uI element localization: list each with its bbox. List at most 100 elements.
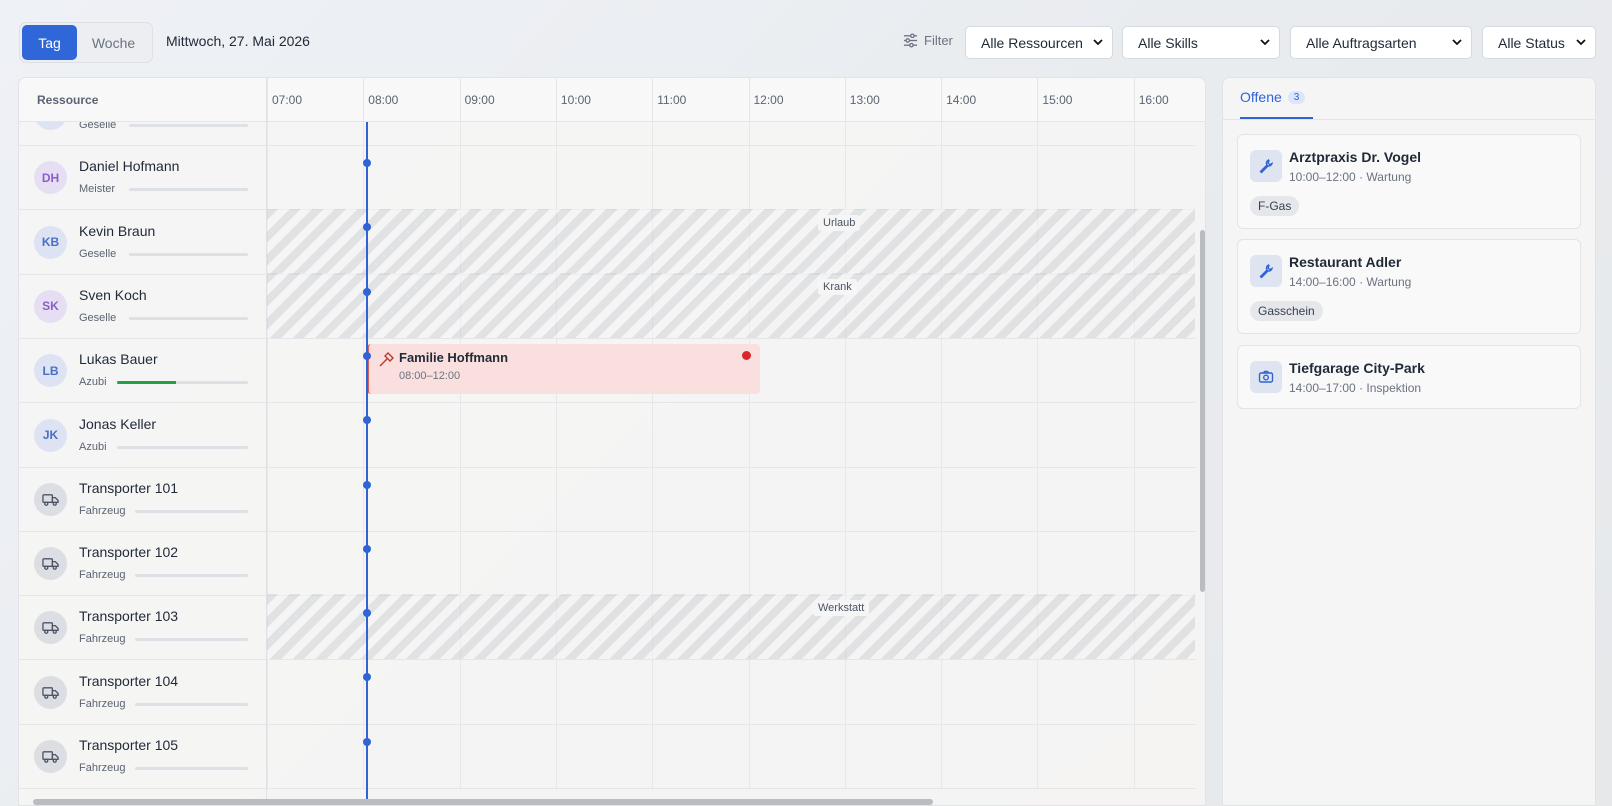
resource-role: Geselle (79, 311, 117, 324)
grid-line (1037, 530, 1039, 597)
grid-line (363, 337, 365, 404)
resource-select[interactable]: Alle Ressourcen (965, 26, 1113, 59)
order-card[interactable]: Tiefgarage City-Park 14:00–17:00 · Inspek… (1237, 345, 1581, 409)
absence-block: Krank (267, 272, 1195, 338)
grid-line (652, 723, 654, 789)
view-week-button[interactable]: Woche (77, 25, 150, 60)
grid-line (1037, 723, 1039, 789)
avatar: MF (34, 122, 67, 130)
schedule-header: Ressource 07:00 08:00 09:00 10:00 11:00 12:00… (19, 78, 1205, 122)
filter-label: Filter (903, 33, 953, 48)
truck-icon (42, 558, 59, 571)
grid-line (1133, 337, 1135, 404)
resource-select-value: Alle Ressourcen (981, 34, 1083, 51)
hour-divider (363, 78, 365, 122)
resource-row: MFMarkus FischerGeselle (19, 122, 1195, 146)
resource-row: LB Lukas Bauer Azubi Familie Hoffmann 08:00–… (19, 337, 1195, 404)
resource-role: Fahrzeug (79, 762, 126, 774)
resource-name[interactable]: Transporter 104 (79, 673, 178, 689)
job-title: Familie Hoffmann (399, 350, 509, 366)
resource-row: JK Jonas Keller Azubi (19, 401, 1195, 468)
grid-line (1037, 658, 1039, 725)
current-time-marker (363, 480, 371, 489)
resource-name[interactable]: Kevin Braun (79, 223, 155, 239)
resource-role: Fahrzeug (79, 504, 126, 517)
grid-line (1133, 144, 1135, 211)
capacity-bar (116, 381, 248, 385)
hour-divider (652, 78, 654, 122)
vertical-scrollbar[interactable] (1200, 230, 1205, 592)
card-icon-box (1250, 361, 1282, 393)
resource-role: Fahrzeug (79, 569, 126, 582)
vehicle-avatar (34, 740, 67, 773)
grid-line (459, 530, 461, 597)
filter-text: Filter (924, 33, 953, 48)
grid-line (267, 401, 268, 468)
grid-line (748, 122, 750, 146)
absence-block: Werkstatt (267, 594, 1195, 660)
hour-divider (748, 78, 750, 122)
tab-divider (1223, 119, 1595, 120)
avatar: SK (34, 289, 67, 323)
resource-row: Transporter 104 Fahrzeug (19, 658, 1195, 725)
status-select[interactable]: Alle Status (1482, 26, 1596, 59)
job-block[interactable]: Familie Hoffmann 08:00–12:00 (367, 344, 760, 395)
chevron-down-icon (1260, 39, 1270, 46)
open-orders-panel: Offene 3 Arztpraxis Dr. Vogel 10:00–12:00… (1222, 77, 1596, 806)
resource-name[interactable]: Sven Koch (79, 287, 147, 303)
grid-line (555, 144, 557, 211)
resource-name[interactable]: Daniel Hofmann (79, 158, 179, 174)
order-type-select[interactable]: Alle Auftragsarten (1290, 26, 1472, 59)
resource-name[interactable]: Lukas Bauer (79, 351, 158, 367)
order-card[interactable]: Arztpraxis Dr. Vogel 10:00–12:00 · Wartun… (1237, 134, 1581, 229)
grid-line (363, 723, 365, 789)
horizontal-scrollbar[interactable] (33, 799, 933, 805)
resource-row: Krank SK Sven Koch Geselle (19, 272, 1195, 339)
chevron-down-icon (1093, 39, 1103, 46)
resource-row: Werkstatt Transporter 103 Fahrzeug (19, 594, 1195, 661)
hour-divider (1037, 78, 1039, 122)
skill-tag: Gasschein (1250, 301, 1323, 321)
grid-line (459, 144, 461, 211)
skill-tag: F-Gas (1250, 196, 1300, 216)
resource-name[interactable]: Transporter 101 (79, 480, 178, 496)
hammer-icon (379, 352, 394, 367)
grid-line (459, 658, 461, 725)
grid-line (844, 144, 846, 211)
tab-open-label: Offene (1240, 89, 1282, 105)
skills-select[interactable]: Alle Skills (1122, 26, 1280, 59)
grid-line (844, 122, 846, 146)
avatar: KB (34, 225, 67, 259)
current-time-marker (363, 544, 371, 553)
absence-block: Urlaub (267, 208, 1195, 274)
grid-line (652, 122, 654, 146)
grid-line (267, 144, 268, 211)
grid-line (363, 530, 365, 597)
grid-line (363, 465, 365, 532)
view-day-button[interactable]: Tag (22, 25, 77, 60)
grid-line (652, 658, 654, 725)
resource-name[interactable]: Transporter 105 (79, 737, 178, 753)
resource-row: Transporter 101 Fahrzeug (19, 465, 1195, 532)
grid-line (1133, 465, 1135, 532)
order-details: 14:00–17:00 · Inspektion (1289, 381, 1422, 395)
grid-line (1133, 658, 1135, 725)
resource-name[interactable]: Transporter 102 (79, 544, 178, 560)
hour-label: 13:00 (849, 93, 880, 107)
resource-role: Meister (79, 183, 116, 196)
capacity-fill (116, 381, 176, 385)
capacity-bar (129, 316, 248, 320)
resource-role: Geselle (79, 122, 117, 131)
resource-name[interactable]: Transporter 103 (79, 608, 178, 624)
schedule-panel: Ressource 07:00 08:00 09:00 10:00 11:00 12:00… (18, 77, 1206, 806)
capacity-bar (135, 638, 248, 642)
grid-line (555, 122, 557, 146)
hour-label: 16:00 (1138, 93, 1169, 107)
capacity-bar (129, 188, 248, 192)
hour-label: 07:00 (272, 93, 303, 107)
absence-label: Krank (818, 278, 857, 295)
order-title: Restaurant Adler (1289, 254, 1402, 270)
tab-open[interactable]: Offene 3 (1240, 89, 1306, 105)
resource-name[interactable]: Jonas Keller (79, 416, 156, 432)
order-card[interactable]: Restaurant Adler 14:00–16:00 · Wartung Gas… (1237, 239, 1581, 334)
